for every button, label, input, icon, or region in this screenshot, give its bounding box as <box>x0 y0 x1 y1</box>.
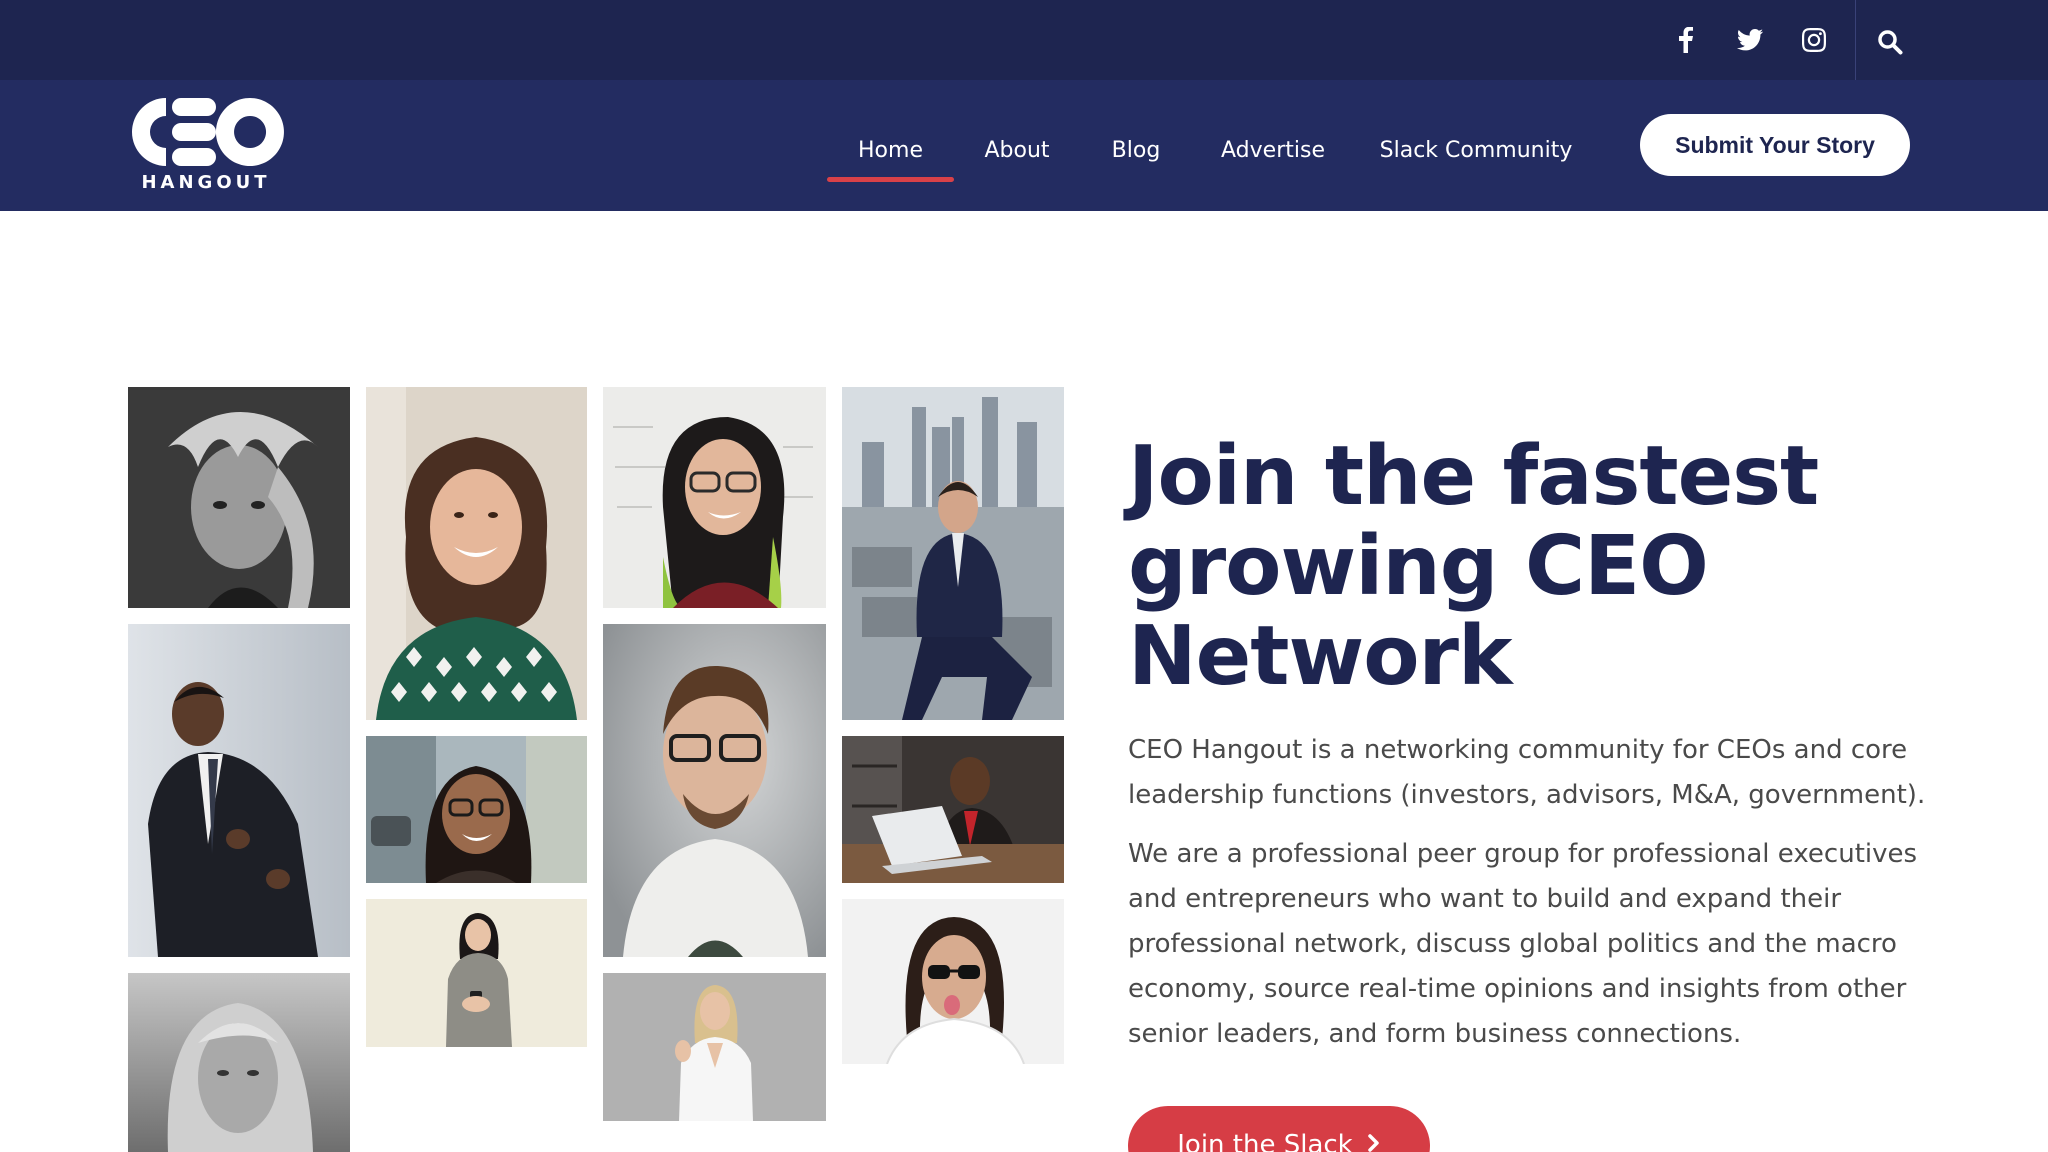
woman-glasses-street-photo <box>366 736 587 883</box>
ceo-logo-mark <box>132 98 284 166</box>
logo-subtitle: HANGOUT <box>141 172 271 193</box>
hero-description-paragraph: We are a professional peer group for pro… <box>1128 839 1918 1049</box>
nav-home[interactable]: Home <box>827 120 954 182</box>
top-utility-bar <box>0 0 2048 80</box>
headline-line-1: Join the fastest <box>1128 429 1819 524</box>
man-suit-looking-down-photo <box>128 624 350 957</box>
man-laptop-photo <box>842 736 1064 883</box>
submit-your-story-button[interactable]: Submit Your Story <box>1640 114 1910 176</box>
chevron-right-icon <box>1367 1130 1381 1152</box>
nav-advertise-label: Advertise <box>1221 138 1325 163</box>
hero-intro-paragraph: CEO Hangout is a networking community fo… <box>1128 735 1926 810</box>
woman-glasses-whiteboard-photo <box>603 387 826 608</box>
nav-slack-community-label: Slack Community <box>1379 138 1573 163</box>
nav-home-label: Home <box>858 138 923 163</box>
nav-about-label: About <box>984 138 1050 163</box>
bw-woman-blonde-photo <box>128 973 350 1152</box>
woman-blonde-waving-photo <box>603 973 826 1121</box>
bw-man-long-hair-photo <box>128 387 350 608</box>
join-the-slack-button[interactable]: Join the Slack <box>1128 1106 1430 1152</box>
nav-about[interactable]: About <box>972 120 1062 182</box>
logo[interactable]: HANGOUT <box>128 94 284 198</box>
man-sunglasses-tongue-photo <box>842 899 1064 1064</box>
man-glasses-grey-backdrop-photo <box>603 624 826 957</box>
nav-slack-community[interactable]: Slack Community <box>1378 120 1574 182</box>
nav-blog-label: Blog <box>1111 138 1161 163</box>
woman-curly-hair-smiling-photo <box>366 387 587 720</box>
nav-advertise[interactable]: Advertise <box>1212 120 1334 182</box>
join-the-slack-label: Join the Slack <box>1177 1130 1353 1152</box>
headline-line-3: Network <box>1128 609 1513 704</box>
main-navbar: HANGOUT Home About Blog Advertise Slack … <box>0 80 2048 211</box>
facebook-icon[interactable] <box>1666 0 1706 80</box>
topbar-divider <box>1855 0 1856 80</box>
headline-line-2: growing CEO <box>1128 519 1709 614</box>
man-suit-rooftop-photo <box>842 387 1064 720</box>
instagram-icon[interactable] <box>1794 0 1834 80</box>
nav-active-indicator <box>827 177 954 182</box>
hero-headline: Join the fastest growing CEO Network <box>1128 432 1928 702</box>
twitter-icon[interactable] <box>1730 0 1770 80</box>
woman-holding-phone-photo <box>366 899 587 1047</box>
nav-blog[interactable]: Blog <box>1098 120 1174 182</box>
search-icon[interactable] <box>1872 22 1908 62</box>
